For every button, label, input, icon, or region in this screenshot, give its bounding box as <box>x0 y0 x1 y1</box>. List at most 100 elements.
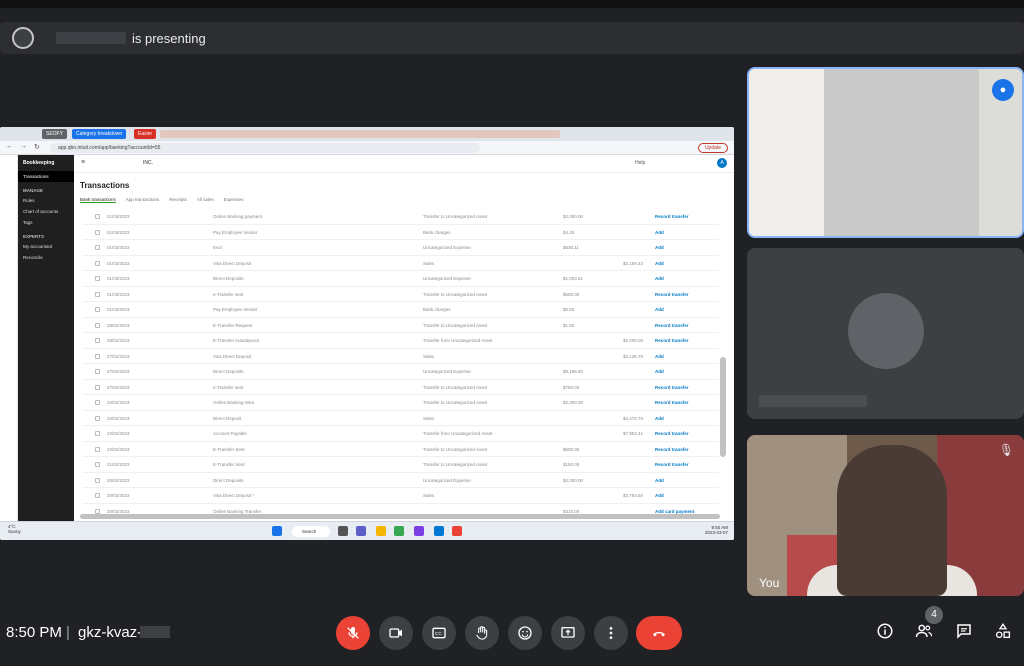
explorer-icon[interactable] <box>376 526 386 536</box>
sidebar-item-transactions[interactable]: Transactions <box>18 171 74 182</box>
self-view-tile[interactable]: You 🎙 <box>747 435 1024 596</box>
action-link[interactable]: Record transfer <box>655 385 689 390</box>
action-link[interactable]: Add <box>655 354 664 359</box>
browser-tab[interactable]: Easier <box>134 129 157 139</box>
mic-toggle-button[interactable] <box>336 616 370 650</box>
tab-receipts[interactable]: Receipts <box>169 197 187 203</box>
table-row[interactable]: 28/02/2023 E-Transfer Request Transfer to … <box>83 318 719 333</box>
row-checkbox[interactable] <box>95 462 100 467</box>
table-row[interactable]: 27/02/2023 Direct Deposits Uncategorized E… <box>83 364 719 380</box>
table-row[interactable]: 27/02/2023 e-Transfer sent Transfer to Unc… <box>83 380 719 395</box>
table-row[interactable]: 01/03/2023 Online Banking payment Transfer… <box>83 209 719 225</box>
table-row[interactable]: 24/02/2023 Online Banking Wea Transfer to … <box>83 395 719 411</box>
row-checkbox[interactable] <box>95 508 100 514</box>
action-link[interactable]: Record transfer <box>655 323 689 328</box>
tab-app-transactions[interactable]: App transactions <box>126 197 160 203</box>
table-row[interactable]: 22/02/2023 E-Transfer Sent Transfer to Unc… <box>83 442 719 457</box>
row-checkbox[interactable] <box>95 431 100 436</box>
chrome-icon[interactable] <box>394 526 404 536</box>
action-link[interactable]: Record transfer <box>655 447 689 452</box>
participant-tile-2[interactable] <box>747 248 1024 419</box>
row-checkbox[interactable] <box>95 245 100 250</box>
chat-button[interactable] <box>955 622 973 645</box>
participant-tile-1[interactable]: ● <box>747 67 1024 238</box>
action-link[interactable]: Add card payment <box>655 509 694 514</box>
row-checkbox[interactable] <box>95 369 100 374</box>
browser-tab[interactable]: Category breakdown <box>72 129 127 139</box>
sidebar-item-chart-of-accounts[interactable]: Chart of accounts <box>18 206 74 217</box>
table-row[interactable]: 20/02/2023 Visa Direct Deposit * Sales $3,7… <box>83 488 719 504</box>
info-button[interactable] <box>876 622 894 645</box>
action-link[interactable]: Record transfer <box>655 292 689 297</box>
activities-button[interactable] <box>994 622 1012 645</box>
action-link[interactable]: Add <box>655 261 664 266</box>
row-checkbox[interactable] <box>95 415 100 421</box>
reload-icon[interactable]: ↻ <box>34 143 40 151</box>
row-checkbox[interactable] <box>95 307 100 312</box>
row-checkbox[interactable] <box>95 477 100 483</box>
action-link[interactable]: Add <box>655 230 664 235</box>
table-row[interactable]: 01/03/2023 e-Transfer sent Transfer to Unc… <box>83 287 719 302</box>
sidebar-item-tags[interactable]: Tags <box>18 217 74 228</box>
row-checkbox[interactable] <box>95 400 100 405</box>
row-checkbox[interactable] <box>95 446 100 452</box>
sidebar-item-reconcile[interactable]: Reconcile <box>18 252 74 263</box>
table-row[interactable]: 01/03/2023 Visa Direct Deposit Sales $2,159… <box>83 256 719 271</box>
more-options-button[interactable] <box>594 616 628 650</box>
sidebar-item-rules[interactable]: Rules <box>18 195 74 206</box>
tab-bank-transactions[interactable]: Bank transactions <box>80 197 116 203</box>
action-link[interactable]: Add <box>655 493 664 498</box>
table-row[interactable]: 22/02/2023 Account Payable Transfer from U… <box>83 426 719 442</box>
account-avatar[interactable]: A <box>717 158 727 168</box>
raise-hand-button[interactable] <box>465 616 499 650</box>
people-button[interactable] <box>915 622 933 645</box>
action-link[interactable]: Record transfer <box>655 431 689 436</box>
action-link[interactable]: Record transfer <box>655 214 689 219</box>
action-link[interactable]: Add <box>655 416 664 421</box>
row-checkbox[interactable] <box>95 291 100 297</box>
browser-tab[interactable]: SEOFY <box>42 129 67 139</box>
row-checkbox[interactable] <box>95 322 100 328</box>
row-checkbox[interactable] <box>95 260 100 266</box>
app-icon[interactable] <box>414 526 424 536</box>
chrome-icon[interactable] <box>452 526 462 536</box>
row-checkbox[interactable] <box>95 229 100 235</box>
tab-expenses[interactable]: Expenses <box>224 197 244 203</box>
action-link[interactable]: Add <box>655 245 664 250</box>
help-link[interactable]: Help <box>635 160 645 166</box>
action-link[interactable]: Add <box>655 478 664 483</box>
end-call-button[interactable] <box>636 616 682 650</box>
table-row[interactable]: 28/02/2023 E-Transfer Autodeposit Transfer… <box>83 333 719 349</box>
table-row[interactable]: 01/03/2023 Pay Employee Vendor Bank charge… <box>83 302 719 318</box>
taskbar-search[interactable]: Search <box>292 526 330 537</box>
row-checkbox[interactable] <box>95 276 100 281</box>
vertical-scrollbar[interactable] <box>720 357 726 457</box>
update-button[interactable]: Update <box>698 143 728 153</box>
weather-widget[interactable]: 4°C Sunny <box>8 524 21 534</box>
sidebar-item-my-accountant[interactable]: My accountant <box>18 241 74 252</box>
table-row[interactable]: 27/02/2023 Visa Direct Deposit Sales $3,136… <box>83 349 719 364</box>
menu-icon[interactable]: ≡ <box>81 159 85 166</box>
table-row[interactable]: 20/02/2023 Direct Deposits Uncategorized E… <box>83 473 719 488</box>
url-field[interactable]: app.qbo.intuit.com/app/banking?accountId… <box>50 143 480 153</box>
action-link[interactable]: Add <box>655 276 664 281</box>
row-checkbox[interactable] <box>95 338 100 343</box>
action-link[interactable]: Record transfer <box>655 462 689 467</box>
table-row[interactable]: 01/03/2023 Evol Uncategorized Expense $838.… <box>83 240 719 256</box>
back-icon[interactable]: ← <box>6 143 13 150</box>
row-checkbox[interactable] <box>95 384 100 390</box>
present-button[interactable] <box>551 616 585 650</box>
taskview-icon[interactable] <box>338 526 348 536</box>
table-row[interactable]: 01/03/2023 Pay Employee Vendor Bank charge… <box>83 225 719 240</box>
horizontal-scrollbar[interactable] <box>80 514 720 519</box>
action-link[interactable]: Add <box>655 369 664 374</box>
start-icon[interactable] <box>272 526 282 536</box>
captions-button[interactable]: CC <box>422 616 456 650</box>
row-checkbox[interactable] <box>95 214 100 219</box>
forward-icon[interactable]: → <box>20 143 27 150</box>
action-link[interactable]: Record transfer <box>655 400 689 405</box>
action-link[interactable]: Record transfer <box>655 338 689 343</box>
tab-all-sales[interactable]: All sales <box>197 197 214 203</box>
edge-icon[interactable] <box>434 526 444 536</box>
emoji-button[interactable] <box>508 616 542 650</box>
